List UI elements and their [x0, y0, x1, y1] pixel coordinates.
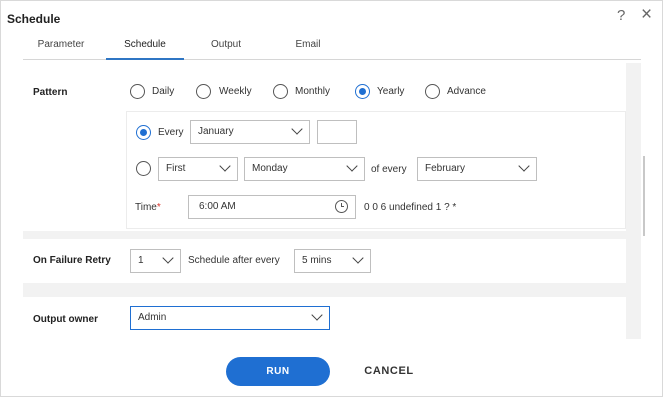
yearly-ordinal-value: First [166, 163, 186, 174]
retry-count-select[interactable]: 1 [130, 249, 181, 273]
tab-email[interactable]: Email [279, 37, 337, 60]
tab-output[interactable]: Output [193, 37, 259, 60]
time-label: Time* [135, 202, 161, 213]
pattern-weekly-label: Weekly [219, 86, 252, 97]
time-label-text: Time [135, 202, 157, 213]
chevron-down-icon [311, 309, 323, 321]
run-button[interactable]: RUN [226, 357, 330, 386]
yearly-every-month-value: January [198, 126, 234, 137]
pattern-yearly-label: Yearly [377, 86, 405, 97]
yearly-every-month-select[interactable]: January [190, 120, 310, 144]
pattern-daily-label: Daily [152, 86, 175, 97]
close-icon[interactable]: × [641, 5, 652, 25]
pattern-label: Pattern [33, 87, 68, 98]
chevron-down-icon [346, 160, 358, 172]
pattern-monthly-radio[interactable] [273, 84, 288, 99]
schedule-dialog: Schedule ? × Parameter Schedule Output E… [0, 0, 663, 397]
retry-interval-select[interactable]: 5 mins [294, 249, 371, 273]
tab-schedule[interactable]: Schedule [106, 37, 184, 60]
yearly-relative-month-value: February [425, 163, 466, 174]
clock-icon[interactable] [335, 200, 348, 213]
pattern-advance-label: Advance [447, 86, 486, 97]
cron-expression: 0 0 6 undefined 1 ? * [364, 202, 457, 213]
chevron-down-icon [162, 252, 174, 264]
pattern-daily-radio[interactable] [130, 84, 145, 99]
yearly-weekday-select[interactable]: Monday [244, 157, 365, 181]
time-input[interactable]: 6:00 AM [188, 195, 356, 219]
chevron-down-icon [291, 123, 303, 135]
owner-label: Output owner [33, 314, 98, 325]
pattern-weekly-radio[interactable] [196, 84, 211, 99]
retry-label: On Failure Retry [33, 255, 111, 266]
yearly-relative-month-select[interactable]: February [417, 157, 537, 181]
tab-bar: Parameter Schedule Output Email [23, 37, 641, 60]
required-marker: * [156, 202, 161, 213]
pattern-advance-radio[interactable] [425, 84, 440, 99]
yearly-every-label: Every [158, 127, 184, 138]
of-every-label: of every [371, 164, 407, 175]
yearly-weekday-value: Monday [252, 163, 288, 174]
schedule-after-label: Schedule after every [188, 255, 280, 266]
yearly-every-radio[interactable] [136, 125, 151, 140]
yearly-relative-radio[interactable] [136, 161, 151, 176]
chevron-down-icon [518, 160, 530, 172]
dialog-title: Schedule [7, 12, 61, 26]
retry-count-value: 1 [138, 255, 144, 266]
time-value: 6:00 AM [199, 201, 236, 212]
retry-interval-value: 5 mins [302, 255, 332, 266]
chevron-down-icon [352, 252, 364, 264]
pattern-monthly-label: Monthly [295, 86, 331, 97]
owner-value: Admin [138, 312, 167, 323]
yearly-every-day-input[interactable] [317, 120, 357, 144]
owner-select[interactable]: Admin [130, 306, 330, 330]
tab-parameter[interactable]: Parameter [23, 37, 99, 60]
cancel-button[interactable]: CANCEL [353, 357, 425, 386]
scrollbar[interactable] [643, 156, 645, 236]
chevron-down-icon [219, 160, 231, 172]
pattern-yearly-radio[interactable] [355, 84, 370, 99]
help-icon[interactable]: ? [617, 7, 625, 24]
yearly-ordinal-select[interactable]: First [158, 157, 238, 181]
